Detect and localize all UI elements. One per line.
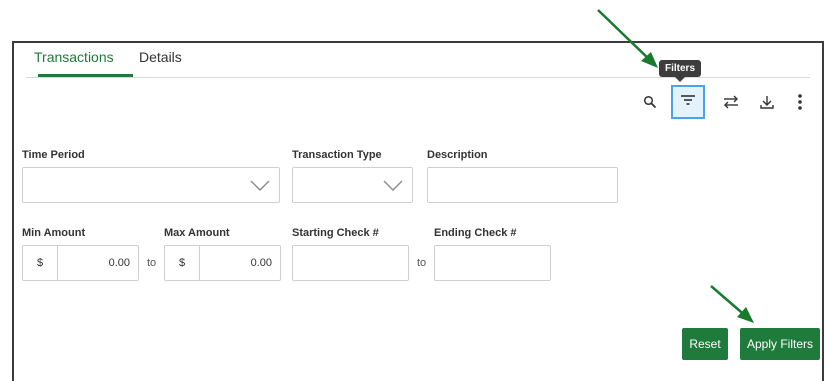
arrow-to-apply-button — [710, 285, 754, 323]
arrow-to-filter-icon — [597, 9, 658, 68]
annotation-arrows — [597, 9, 754, 323]
